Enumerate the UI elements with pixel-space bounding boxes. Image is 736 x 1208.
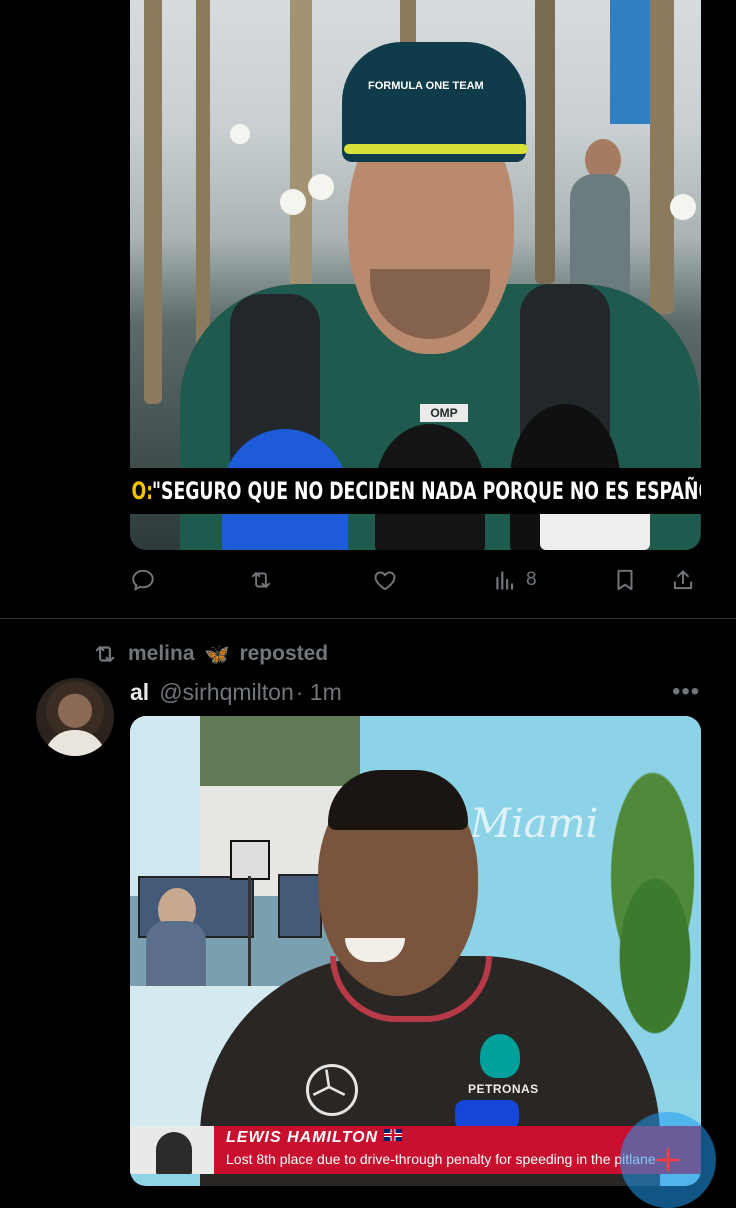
petronas-logo-icon [480, 1034, 520, 1078]
post-media-image-alonso[interactable]: FORMULA ONE TEAM OMP O: "SEGURO QUE NO D… [130, 0, 701, 550]
share-button[interactable] [670, 566, 696, 594]
repost-button[interactable] [248, 566, 274, 594]
orchid-flower [308, 174, 334, 200]
bookmark-button[interactable] [612, 566, 638, 594]
views-button[interactable]: 8 [492, 566, 537, 594]
studio-light [230, 840, 270, 880]
lower-third-subtitle: Lost 8th place due to drive-through pena… [226, 1151, 656, 1167]
background-banner [610, 0, 650, 124]
butterfly-emoji: 🦋 [204, 643, 230, 666]
reply-button[interactable] [130, 566, 156, 594]
light-stand [248, 876, 251, 996]
orchid-flower [230, 124, 250, 144]
views-count: 8 [526, 569, 537, 590]
reply-icon [132, 569, 154, 591]
post-media-image-hamilton[interactable]: Miami PETRONAS LEWIS HAMILTON Lost 8th p… [130, 716, 701, 1186]
like-button[interactable] [372, 566, 398, 594]
post-action-bar: 8 [130, 562, 701, 598]
like-icon [374, 571, 396, 591]
driver-cap-brim [344, 144, 528, 154]
avatar[interactable] [36, 678, 114, 756]
background-trunk [144, 0, 162, 404]
views-icon [496, 571, 514, 590]
shirt-logo: OMP [420, 404, 468, 422]
caption-accent: O: [131, 477, 154, 505]
background-tv [278, 874, 322, 938]
lower-third-photo [130, 1126, 214, 1174]
avatar-shirt [44, 730, 106, 756]
post-divider [0, 618, 736, 619]
mercedes-logo-icon [306, 1064, 358, 1116]
lower-third-photo-person [156, 1132, 192, 1174]
background-trunk [535, 0, 555, 284]
repost-icon [95, 645, 115, 663]
repost-label: reposted [239, 642, 329, 665]
background-trunk [650, 0, 674, 314]
author-handle[interactable]: @sirhqmilton [159, 679, 294, 706]
compose-icon [656, 1148, 680, 1172]
uk-flag-icon [384, 1129, 403, 1141]
background-person-body [570, 174, 630, 294]
post-time[interactable]: · 1m [296, 679, 342, 706]
lower-third-graphic: LEWIS HAMILTON Lost 8th place due to dri… [130, 1126, 701, 1174]
caption-text: "SEGURO QUE NO DECIDEN NADA PORQUE NO ES… [152, 477, 701, 505]
background-trunk [290, 0, 312, 314]
sponsor-text: PETRONAS [468, 1082, 539, 1096]
post-author-line: al @sirhqmilton · 1m [130, 676, 342, 708]
repost-indicator[interactable]: melina 🦋 reposted [92, 640, 328, 668]
cap-text: FORMULA ONE TEAM [368, 80, 484, 92]
bookmark-icon [617, 569, 633, 591]
share-icon [673, 570, 693, 590]
repost-user[interactable]: melina [128, 642, 195, 666]
more-icon[interactable]: ••• [672, 678, 700, 706]
repost-icon [251, 571, 271, 589]
lower-third-name-text: LEWIS HAMILTON [226, 1129, 379, 1146]
lower-third-name: LEWIS HAMILTON [226, 1129, 403, 1147]
background-person-body [146, 921, 206, 991]
orchid-flower [670, 194, 696, 220]
orchid-flower [280, 189, 306, 215]
caption-bar: O: "SEGURO QUE NO DECIDEN NADA PORQUE NO… [130, 468, 701, 514]
compose-button[interactable] [620, 1112, 716, 1208]
author-name[interactable]: al [130, 679, 149, 706]
